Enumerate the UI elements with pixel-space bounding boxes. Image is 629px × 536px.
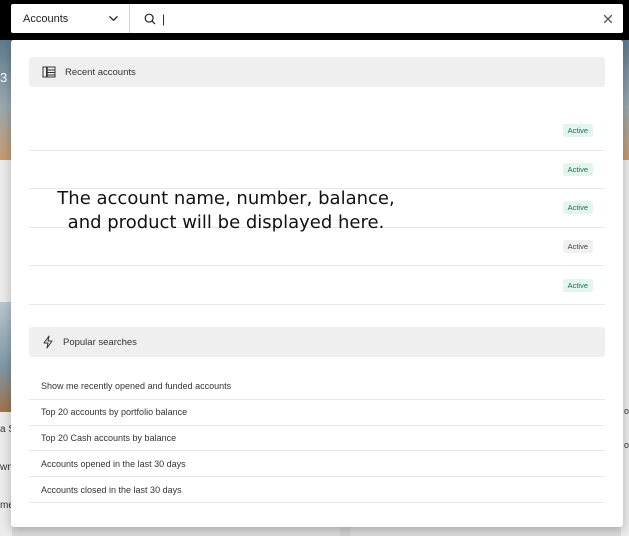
background-divider xyxy=(340,526,350,536)
search-field xyxy=(130,4,623,33)
search-icon xyxy=(144,13,156,25)
recent-accounts-header: Recent accounts xyxy=(29,57,605,87)
popular-search-item[interactable]: Show me recently opened and funded accou… xyxy=(29,374,605,400)
chevron-down-icon xyxy=(108,13,119,24)
status-badge: Active xyxy=(562,124,593,138)
status-badge: Active xyxy=(562,278,593,292)
status-badge: Active xyxy=(562,201,593,215)
popular-search-item[interactable]: Accounts opened in the last 30 days xyxy=(29,451,605,478)
popular-search-item[interactable]: Top 20 accounts by portfolio balance xyxy=(29,400,605,426)
accounts-stack-icon xyxy=(42,66,56,78)
account-row[interactable]: Active xyxy=(29,112,605,151)
search-suggestions-dropdown: Recent accounts Active Active Active Act… xyxy=(11,40,623,527)
status-badge: Active xyxy=(562,240,593,254)
popular-search-item[interactable]: Accounts closed in the last 30 days xyxy=(29,477,605,503)
global-search-bar: Accounts xyxy=(11,4,623,33)
background-text-fragment: o xyxy=(623,406,629,416)
popular-searches-list: Show me recently opened and funded accou… xyxy=(29,374,605,503)
search-scope-label: Accounts xyxy=(23,12,69,25)
popular-searches-header: Popular searches xyxy=(29,327,605,357)
background-text-fragment: 3 xyxy=(0,70,8,85)
status-badge: Active xyxy=(562,162,593,176)
account-placeholder-message: The account name, number, balance, and p… xyxy=(57,188,395,233)
search-input[interactable] xyxy=(162,11,603,26)
account-row[interactable]: Active xyxy=(29,151,605,190)
account-row[interactable]: Active xyxy=(29,266,605,305)
close-icon[interactable] xyxy=(603,14,613,24)
search-scope-select[interactable]: Accounts xyxy=(11,4,130,33)
background-text-fragment: o xyxy=(623,440,629,450)
popular-searches-title: Popular searches xyxy=(63,336,137,348)
recent-accounts-title: Recent accounts xyxy=(65,66,136,78)
popular-search-item[interactable]: Top 20 Cash accounts by balance xyxy=(29,426,605,452)
lightning-icon xyxy=(42,335,54,349)
